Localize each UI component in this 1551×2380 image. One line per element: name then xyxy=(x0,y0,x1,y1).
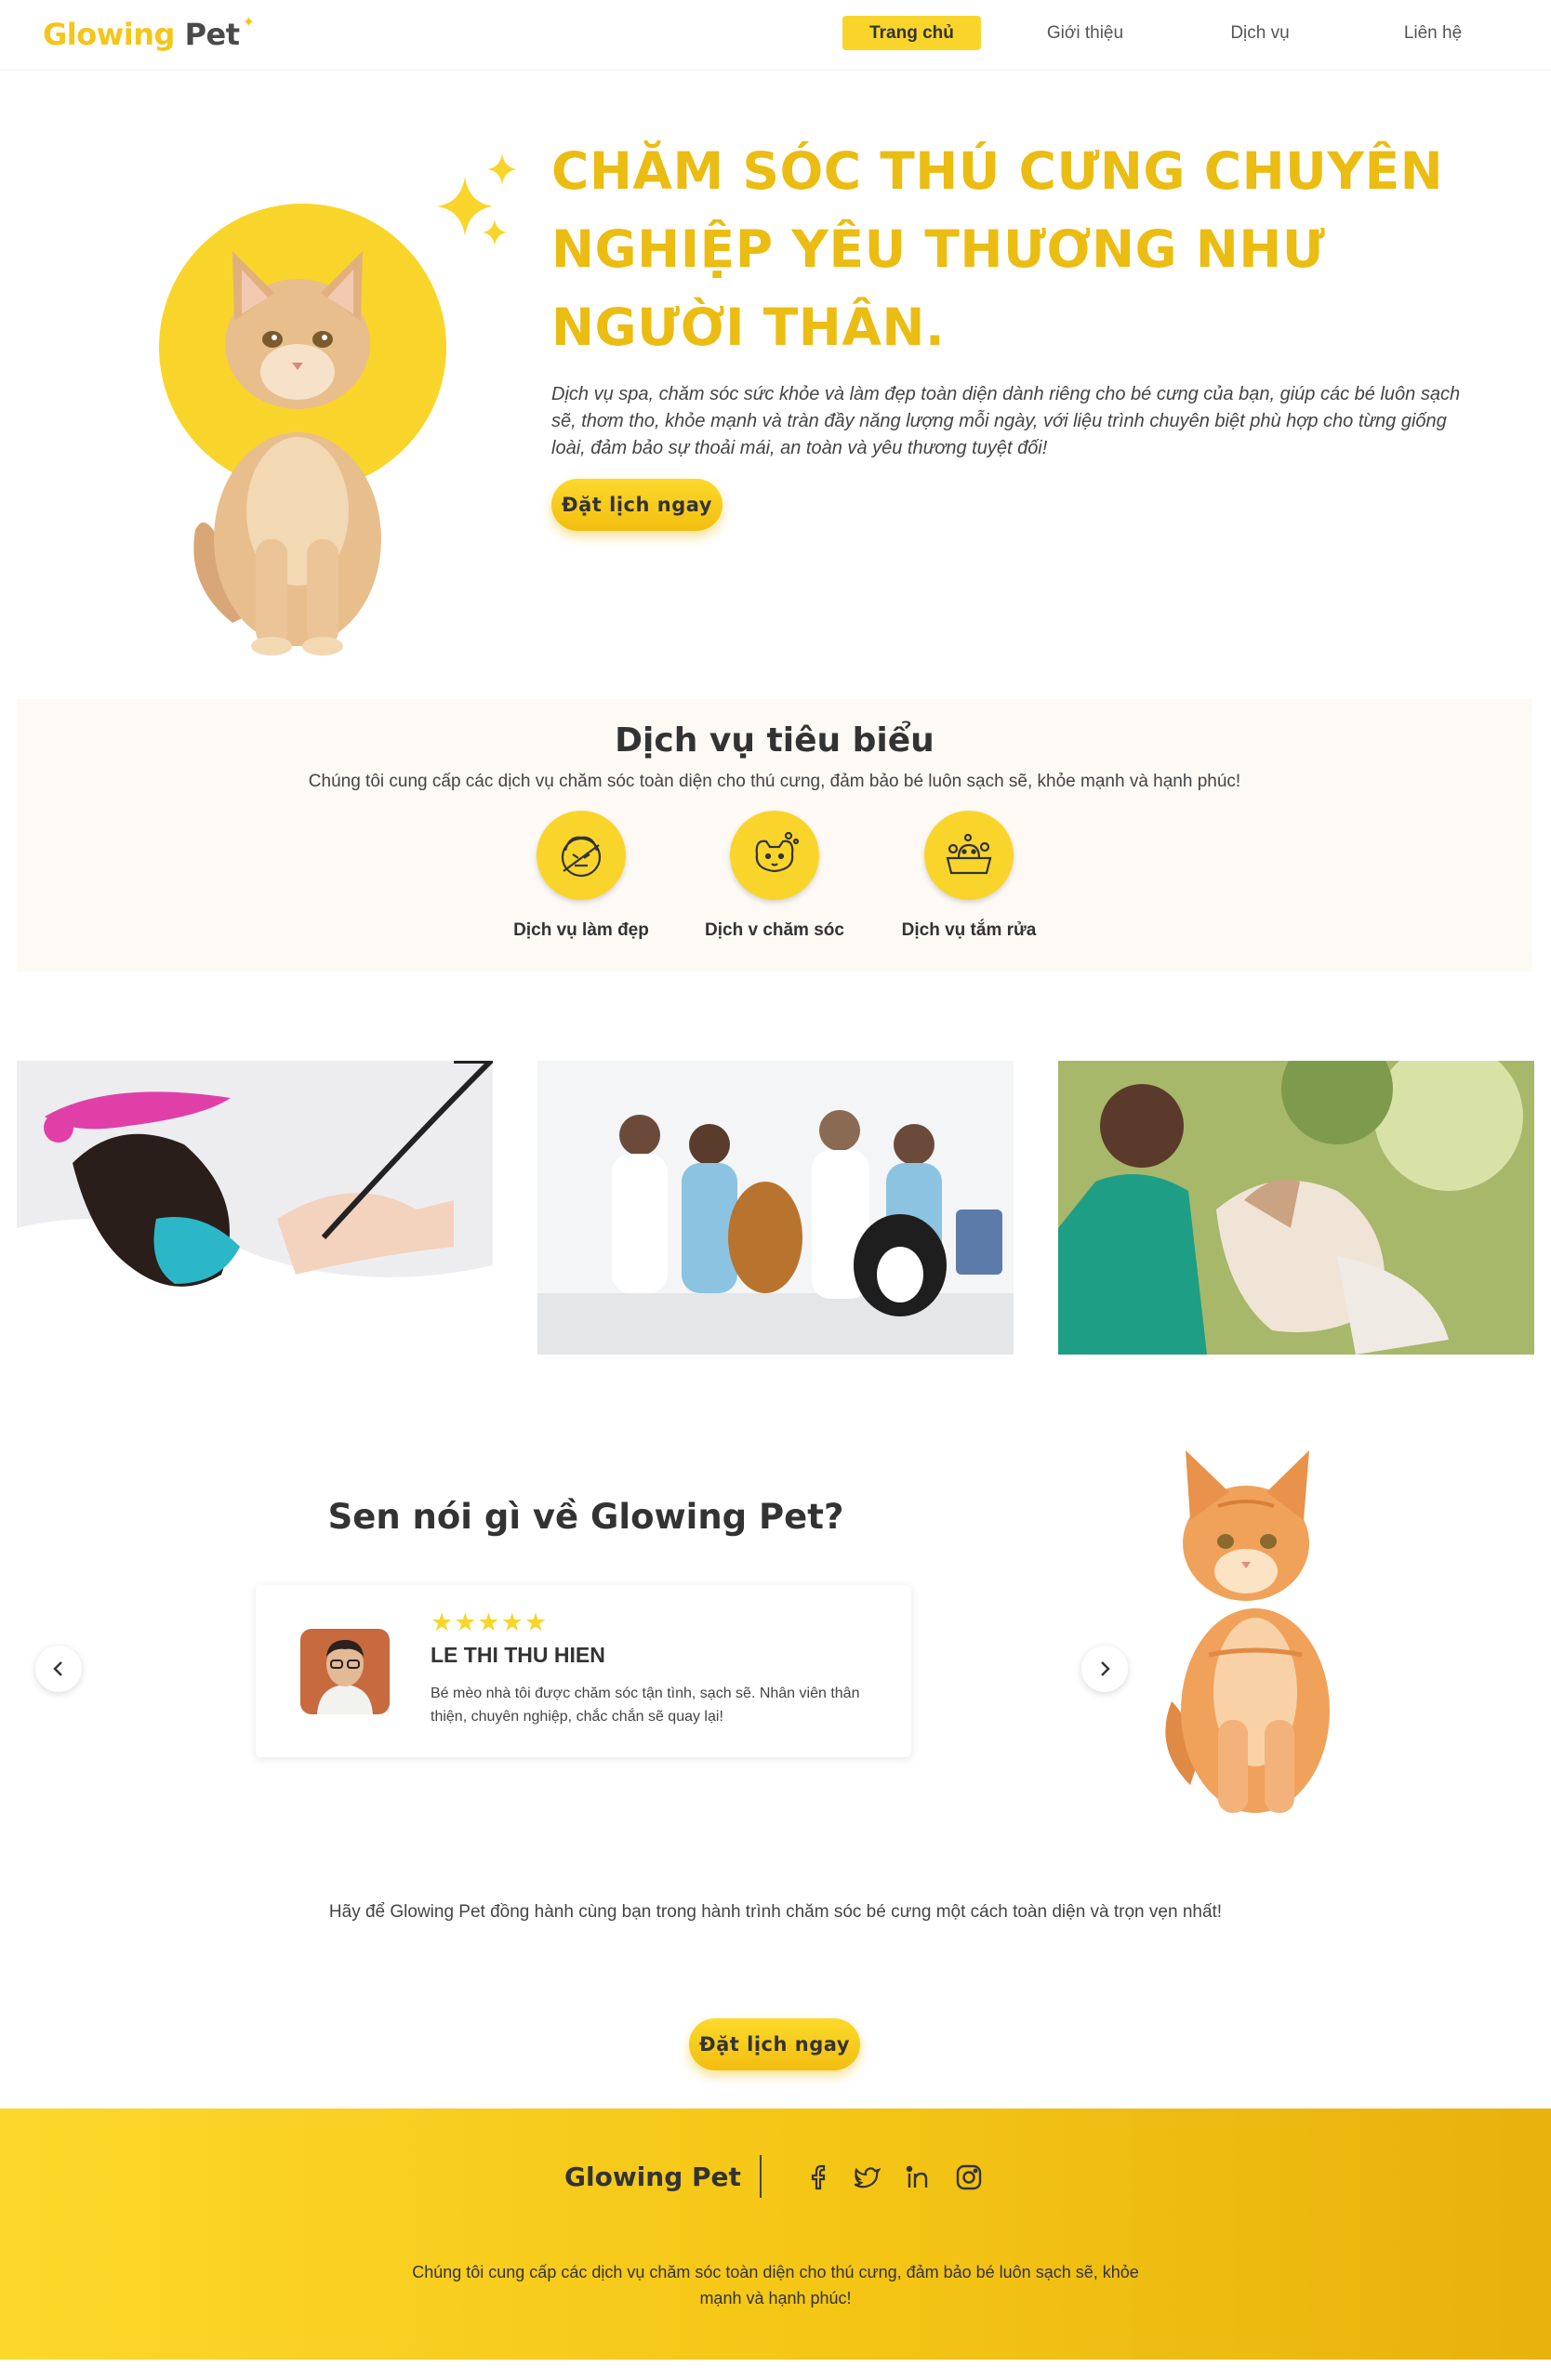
logo[interactable]: Glowing Pet ✦ xyxy=(43,13,255,52)
nav-contact[interactable]: Liên hệ xyxy=(1363,16,1503,50)
site-footer: Glowing Pet Chúng tôi cung cấp các dịch … xyxy=(0,2109,1551,2360)
photo-vet-team xyxy=(537,1061,1014,1355)
hero-description: Dịch vụ spa, chăm sóc sức khỏe và làm đẹ… xyxy=(551,384,1461,458)
service-bathing[interactable]: Dịch vụ tắm rửa xyxy=(876,811,1062,941)
testimonials-title: Sen nói gì về Glowing Pet? xyxy=(327,1497,844,1537)
site-header: Glowing Pet ✦ Trang chủ Giới thiệu Dịch … xyxy=(0,0,1551,71)
avatar xyxy=(300,1629,390,1714)
footer-divider xyxy=(760,2155,762,2198)
testimonial-card: ★★★★★ LE THI THU HIEN Bé mèo nhà tôi đượ… xyxy=(256,1585,911,1757)
chevron-right-icon xyxy=(1101,1661,1110,1676)
cta-book-button[interactable]: Đặt lịch ngay xyxy=(689,2018,860,2070)
services-title: Dịch vụ tiêu biểu xyxy=(615,721,935,760)
photo-vet-hugging-dog xyxy=(1058,1061,1534,1355)
twitter-icon[interactable] xyxy=(853,2162,882,2192)
hero-title: CHĂM SÓC THÚ CƯNG CHUYÊN NGHIỆP YÊU THƯƠ… xyxy=(551,141,1444,357)
pet-care-icon xyxy=(730,811,819,900)
rating-stars: ★★★★★ xyxy=(431,1608,549,1636)
reviewer-name: LE THI THU HIEN xyxy=(431,1643,605,1667)
sparkles-icon xyxy=(437,153,517,245)
service-grooming-label: Dịch vụ làm đẹp xyxy=(513,920,649,940)
service-care-label: Dịch v chăm sóc xyxy=(705,920,844,940)
nav-services[interactable]: Dịch vụ xyxy=(1190,16,1330,50)
services-subtitle: Chúng tôi cung cấp các dịch vụ chăm sóc … xyxy=(308,772,1241,791)
orange-kitten-image xyxy=(1165,1450,1330,1813)
footer-brand: Glowing Pet xyxy=(564,2162,741,2192)
hero-book-button[interactable]: Đặt lịch ngay xyxy=(551,479,722,531)
nav-home[interactable]: Trang chủ xyxy=(842,16,981,50)
photo-dachshund-vet xyxy=(17,1061,493,1355)
logo-pet: Pet xyxy=(184,17,240,52)
review-text: Bé mèo nhà tôi được chăm sóc tận tình, s… xyxy=(431,1686,860,1725)
bathing-icon xyxy=(924,811,1014,900)
service-care[interactable]: Dịch v chăm sóc xyxy=(682,811,868,941)
service-grooming[interactable]: Dịch vụ làm đẹp xyxy=(488,811,674,941)
service-bathing-label: Dịch vụ tắm rửa xyxy=(901,920,1037,940)
carousel-prev-button[interactable] xyxy=(35,1646,82,1692)
hero-cat-image xyxy=(193,251,381,655)
cta-text: Hãy để Glowing Pet đồng hành cùng bạn tr… xyxy=(328,1902,1223,1922)
instagram-icon[interactable] xyxy=(954,2162,984,2192)
sparkle-icon: ✦ xyxy=(242,13,255,31)
linkedin-icon[interactable] xyxy=(904,2162,934,2192)
chevron-left-icon xyxy=(53,1661,62,1676)
facebook-icon[interactable] xyxy=(803,2162,833,2192)
featured-services: Dịch vụ tiêu biểu Chúng tôi cung cấp các… xyxy=(17,699,1532,972)
carousel-next-button[interactable] xyxy=(1081,1646,1128,1692)
grooming-icon xyxy=(537,811,626,900)
logo-glowing: Glowing xyxy=(43,17,175,52)
footer-description: Chúng tôi cung cấp các dịch vụ chăm sóc … xyxy=(412,2263,1139,2307)
nav-about[interactable]: Giới thiệu xyxy=(1015,16,1155,50)
